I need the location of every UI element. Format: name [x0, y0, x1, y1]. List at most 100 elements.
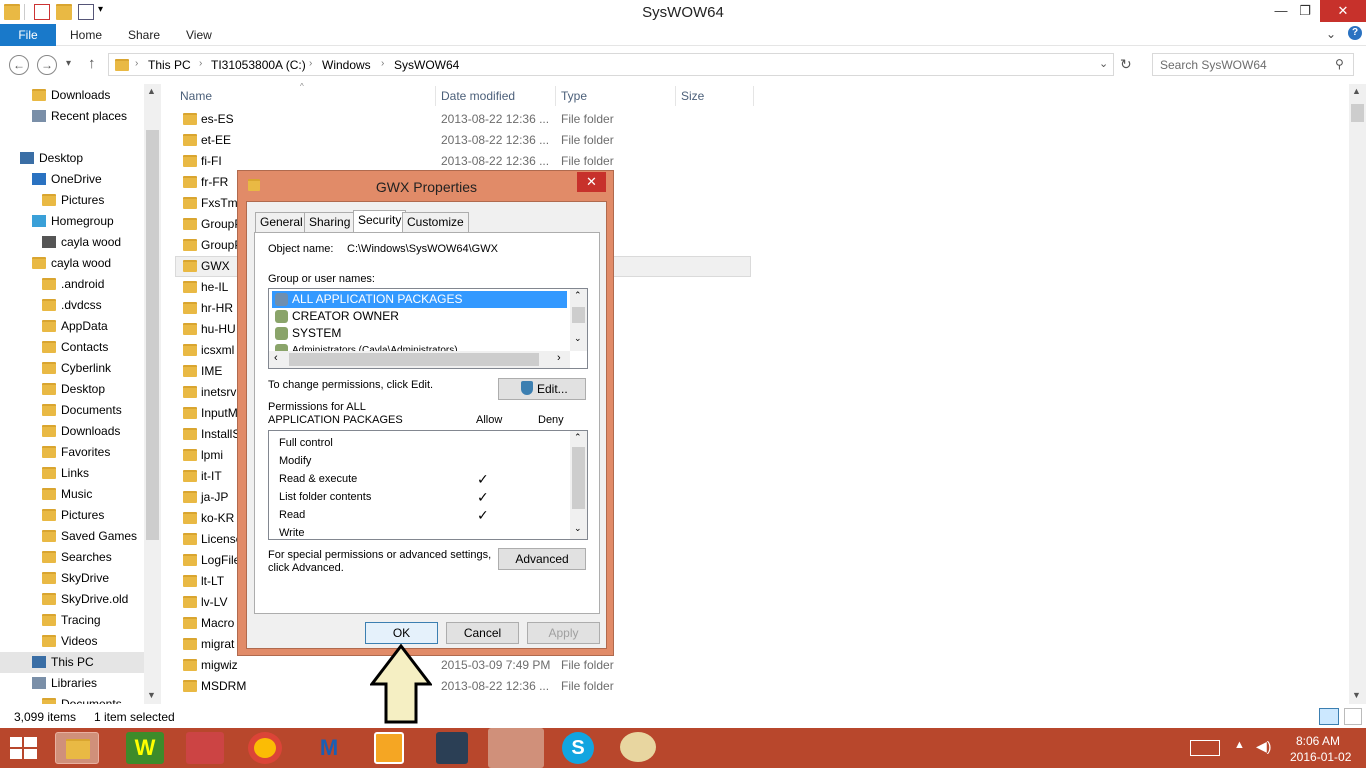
list-item[interactable]: ALL APPLICATION PACKAGES: [272, 291, 567, 308]
permissions-scrollbar[interactable]: ⌃ ⌄: [570, 431, 587, 539]
sidebar-item[interactable]: SkyDrive: [0, 568, 144, 589]
scroll-down-icon[interactable]: ▼: [1352, 690, 1361, 700]
sidebar-item[interactable]: Downloads: [0, 421, 144, 442]
sidebar-item[interactable]: Music: [0, 484, 144, 505]
tab-share[interactable]: Share: [128, 28, 160, 42]
user-list-hscroll[interactable]: ‹ ›: [269, 351, 570, 368]
sidebar-item[interactable]: AppData: [0, 316, 144, 337]
sidebar-item[interactable]: Homegroup: [0, 211, 144, 232]
scrollbar-thumb[interactable]: [572, 447, 585, 509]
sidebar-item[interactable]: Documents: [0, 694, 144, 704]
up-icon[interactable]: ↑: [88, 55, 96, 72]
chevron-up-icon[interactable]: ⌃: [574, 290, 582, 301]
address-bar[interactable]: › This PC › TI31053800A (C:) › Windows ›…: [108, 53, 1114, 76]
tab-general[interactable]: General: [255, 212, 308, 232]
tab-sharing[interactable]: Sharing: [304, 212, 356, 232]
list-item[interactable]: CREATOR OWNER: [272, 308, 567, 325]
scrollbar-thumb[interactable]: [289, 353, 539, 366]
table-row[interactable]: MSDRM 2013-08-22 12:36 ... File folder: [175, 676, 755, 697]
file-tab[interactable]: File: [0, 24, 56, 46]
forward-icon[interactable]: →: [37, 55, 57, 75]
column-divider[interactable]: [675, 86, 676, 106]
video-editor-icon[interactable]: [436, 732, 468, 764]
close-icon[interactable]: ✕: [1320, 0, 1366, 22]
sidebar-item[interactable]: Links: [0, 463, 144, 484]
sidebar-item[interactable]: Pictures: [0, 505, 144, 526]
column-type[interactable]: Type: [561, 89, 587, 103]
advanced-button[interactable]: Advanced: [498, 548, 586, 570]
nav-scrollbar-thumb[interactable]: [146, 130, 159, 540]
clock-date[interactable]: 2016-01-02: [1290, 750, 1351, 764]
list-item[interactable]: SYSTEM: [272, 325, 567, 342]
user-list[interactable]: ALL APPLICATION PACKAGES CREATOR OWNER S…: [268, 288, 588, 369]
column-divider[interactable]: [555, 86, 556, 106]
sidebar-item[interactable]: Desktop: [0, 379, 144, 400]
breadcrumb-drive[interactable]: TI31053800A (C:): [211, 58, 306, 72]
cancel-button[interactable]: Cancel: [446, 622, 519, 644]
breadcrumb-this-pc[interactable]: This PC: [148, 58, 191, 72]
scroll-up-icon[interactable]: ▲: [147, 86, 156, 96]
chevron-right-icon[interactable]: ›: [557, 352, 561, 364]
user-list-vscroll[interactable]: ⌃ ⌄: [570, 289, 587, 351]
ok-button[interactable]: OK: [365, 622, 438, 644]
search-icon[interactable]: ⚲: [1335, 57, 1344, 71]
keyboard-icon[interactable]: [1190, 740, 1220, 756]
sidebar-item[interactable]: Saved Games: [0, 526, 144, 547]
column-divider[interactable]: [435, 86, 436, 106]
breadcrumb-windows[interactable]: Windows: [322, 58, 371, 72]
sidebar-item[interactable]: Videos: [0, 631, 144, 652]
search-box[interactable]: Search SysWOW64 ⚲: [1152, 53, 1354, 76]
sidebar-item[interactable]: Contacts: [0, 337, 144, 358]
chevron-up-icon[interactable]: ⌃: [574, 432, 582, 443]
sidebar-item[interactable]: .android: [0, 274, 144, 295]
sidebar-item[interactable]: Searches: [0, 547, 144, 568]
app-icon[interactable]: [186, 732, 224, 764]
volume-icon[interactable]: ◀): [1256, 738, 1271, 755]
scroll-down-icon[interactable]: ▼: [147, 690, 156, 700]
recent-locations-icon[interactable]: ▾: [66, 58, 71, 69]
refresh-icon[interactable]: ↻: [1120, 56, 1132, 73]
clock-time[interactable]: 8:06 AM: [1296, 734, 1340, 748]
word-perfect-icon[interactable]: W: [126, 732, 164, 764]
sidebar-item[interactable]: Desktop: [0, 148, 144, 169]
main-scrollbar[interactable]: [1349, 84, 1366, 704]
column-divider[interactable]: [753, 86, 754, 106]
chevron-left-icon[interactable]: ‹: [274, 352, 278, 364]
table-row[interactable]: et-EE 2013-08-22 12:36 ... File folder: [175, 130, 755, 151]
sidebar-item[interactable]: cayla wood: [0, 232, 144, 253]
large-icons-view-icon[interactable]: [1344, 708, 1362, 725]
scroll-up-icon[interactable]: ▲: [1352, 86, 1361, 96]
help-icon[interactable]: ?: [1348, 26, 1362, 40]
skype-icon[interactable]: S: [562, 732, 594, 764]
sidebar-item[interactable]: .dvdcss: [0, 295, 144, 316]
edit-button[interactable]: Edit...: [498, 378, 586, 400]
column-date-modified[interactable]: Date modified: [441, 89, 515, 103]
chevron-right-icon[interactable]: ›: [381, 58, 384, 69]
malwarebytes-icon[interactable]: M: [312, 732, 346, 764]
table-row[interactable]: migwiz 2015-03-09 7:49 PM File folder: [175, 655, 755, 676]
tab-home[interactable]: Home: [70, 28, 102, 42]
sidebar-item[interactable]: Favorites: [0, 442, 144, 463]
sidebar-item[interactable]: Cyberlink: [0, 358, 144, 379]
windows-start-icon[interactable]: [10, 737, 38, 761]
sidebar-item[interactable]: Pictures: [0, 190, 144, 211]
paint-icon[interactable]: [620, 732, 656, 762]
tab-customize[interactable]: Customize: [402, 212, 469, 232]
expand-ribbon-icon[interactable]: ⌄: [1326, 27, 1336, 41]
main-scrollbar-thumb[interactable]: [1351, 104, 1364, 122]
search-input[interactable]: Search SysWOW64: [1160, 58, 1267, 72]
apply-button[interactable]: Apply: [527, 622, 600, 644]
security-app-icon[interactable]: [488, 728, 544, 768]
sidebar-item[interactable]: Libraries: [0, 673, 144, 694]
tab-view[interactable]: View: [186, 28, 212, 42]
details-view-icon[interactable]: [1319, 708, 1339, 725]
chevron-down-icon[interactable]: ⌄: [574, 333, 582, 344]
chrome-icon[interactable]: [248, 732, 282, 764]
sidebar-item[interactable]: Tracing: [0, 610, 144, 631]
scrollbar-thumb[interactable]: [572, 307, 585, 323]
chevron-down-icon[interactable]: ⌄: [574, 523, 582, 534]
sidebar-item[interactable]: OneDrive: [0, 169, 144, 190]
media-player-icon[interactable]: [374, 732, 404, 764]
show-hidden-icons-icon[interactable]: ▲: [1234, 739, 1245, 751]
close-icon[interactable]: ✕: [577, 172, 606, 192]
